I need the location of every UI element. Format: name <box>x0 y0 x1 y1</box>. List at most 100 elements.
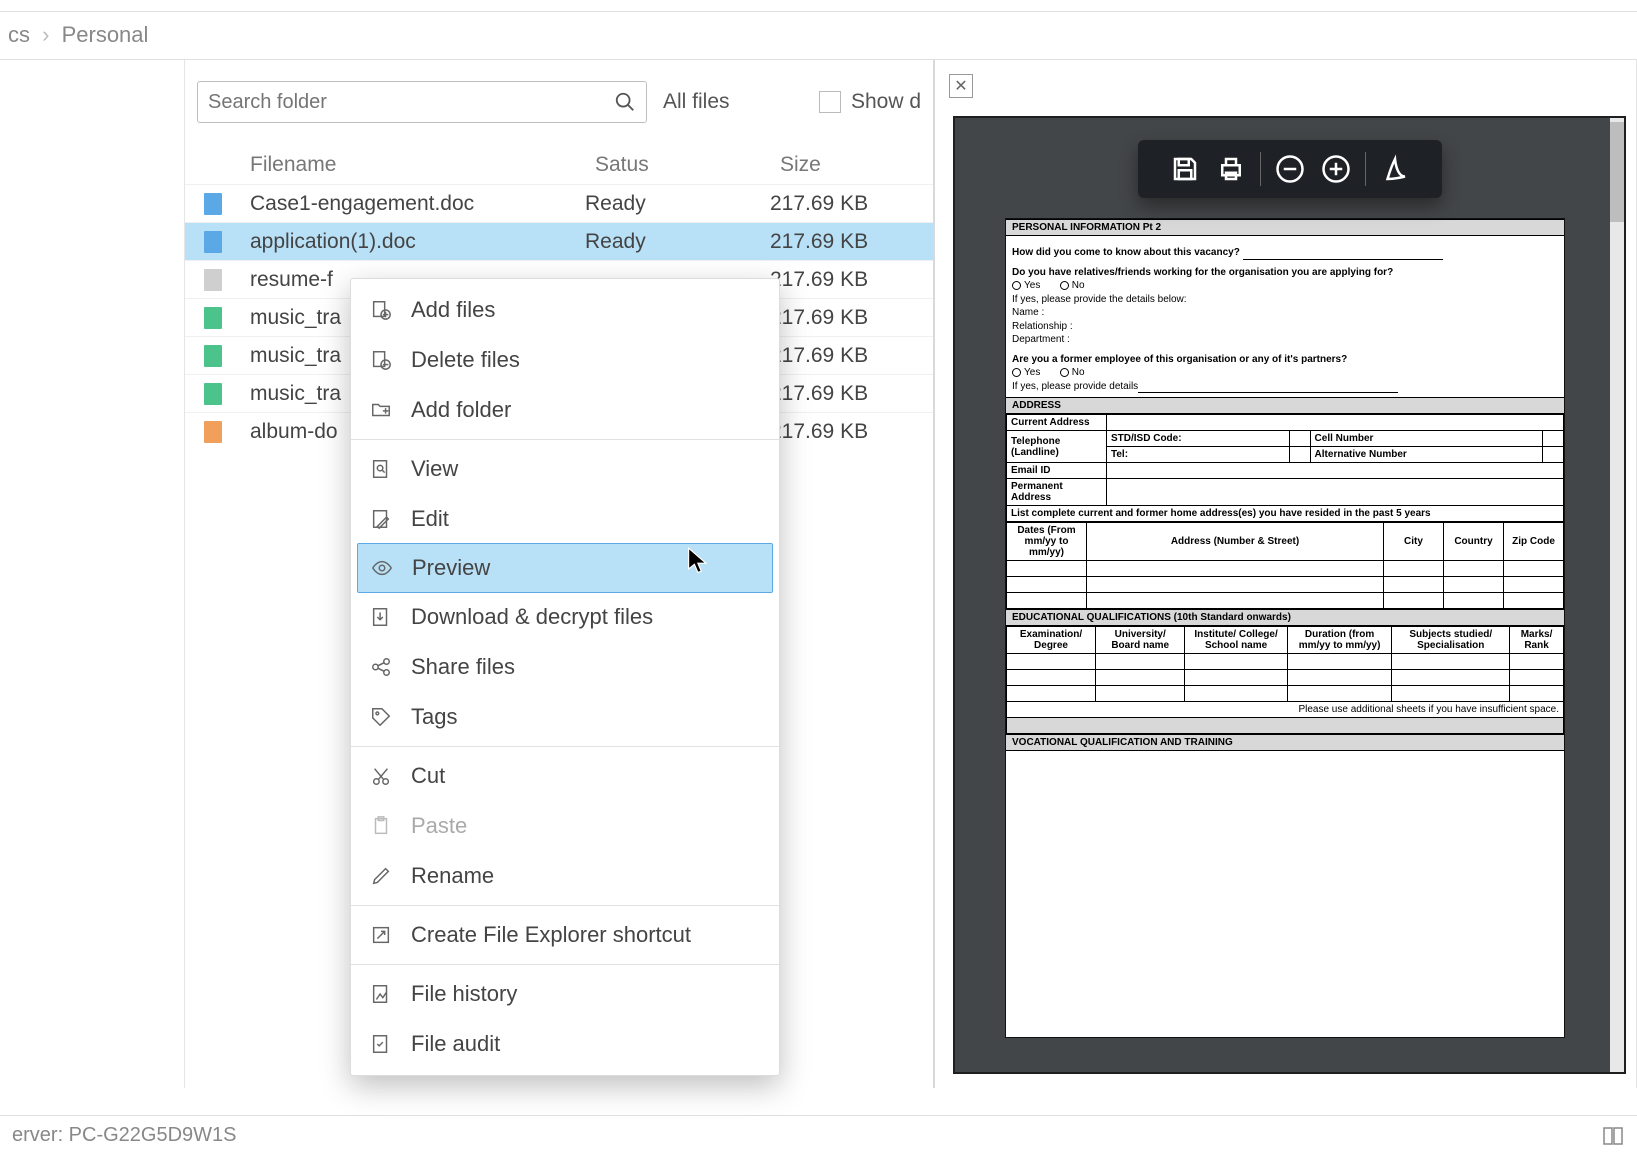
save-icon[interactable] <box>1168 152 1202 186</box>
show-d-label: Show d <box>851 90 921 114</box>
main-area: All files Show d Filename Satus Size Cas… <box>0 60 1637 1088</box>
menu-label: Tags <box>411 704 457 730</box>
col-status[interactable]: Satus <box>585 147 770 183</box>
doc-name: Name : <box>1012 306 1558 320</box>
doc-details: If yes, please provide details <box>1012 381 1138 392</box>
preview-panel: ✕ PERSONAL INFORMATION Pt 2 How did you … <box>935 60 1637 1088</box>
file-name: Case1-engagement.doc <box>240 192 585 216</box>
print-icon[interactable] <box>1214 152 1248 186</box>
pdf-scrollbar[interactable] <box>1610 118 1624 1072</box>
pdf-page: PERSONAL INFORMATION Pt 2 How did you co… <box>1005 218 1565 1038</box>
rename-icon <box>369 864 393 888</box>
search-input[interactable] <box>208 91 614 114</box>
menu-label: File history <box>411 981 517 1007</box>
menu-label: Create File Explorer shortcut <box>411 922 691 948</box>
menu-rename[interactable]: Rename <box>351 851 779 901</box>
pdf-scroll-thumb[interactable] <box>1610 122 1624 222</box>
menu-add-files[interactable]: Add files <box>351 285 779 335</box>
file-size: 217.69 KB <box>770 420 935 444</box>
paste-icon <box>369 814 393 838</box>
show-d-toggle[interactable]: Show d <box>819 90 921 114</box>
preview-icon <box>370 556 394 580</box>
doc-q-vacancy: How did you come to know about this vaca… <box>1012 247 1240 258</box>
search-input-wrap[interactable] <box>197 81 647 123</box>
menu-audit[interactable]: File audit <box>351 1019 779 1069</box>
menu-add-folder[interactable]: Add folder <box>351 385 779 435</box>
status-layout-icon[interactable] <box>1601 1124 1625 1148</box>
pdf-toolbar <box>1138 140 1442 198</box>
address-table: Current Address Telephone (Landline)STD/… <box>1006 414 1564 522</box>
status-bar: erver: PC-G22G5D9W1S <box>0 1115 1637 1155</box>
add-files-icon <box>369 298 393 322</box>
doc-details-below: If yes, please provide the details below… <box>1012 293 1558 307</box>
add-folder-icon <box>369 398 393 422</box>
file-icon <box>204 307 222 329</box>
close-preview-button[interactable]: ✕ <box>949 74 973 98</box>
menu-history[interactable]: File history <box>351 969 779 1019</box>
doc-q-former: Are you a former employee of this organi… <box>1012 353 1558 367</box>
menu-label: Preview <box>412 555 490 581</box>
col-filename[interactable]: Filename <box>240 147 585 183</box>
download-icon <box>369 605 393 629</box>
search-icon[interactable] <box>614 91 636 113</box>
file-size: 217.69 KB <box>770 268 935 292</box>
edit-icon <box>369 507 393 531</box>
file-icon <box>204 383 222 405</box>
menu-delete-files[interactable]: Delete files <box>351 335 779 385</box>
menu-edit[interactable]: Edit <box>351 494 779 544</box>
doc-yes: Yes <box>1024 280 1040 291</box>
mouse-cursor <box>686 547 712 582</box>
col-icon[interactable] <box>185 159 240 171</box>
menu-share[interactable]: Share files <box>351 642 779 692</box>
cut-icon <box>369 764 393 788</box>
file-icon <box>204 421 222 443</box>
menu-shortcut[interactable]: Create File Explorer shortcut <box>351 910 779 960</box>
education-table: Examination/ DegreeUniversity/ Board nam… <box>1006 626 1564 734</box>
menu-label: Add files <box>411 297 495 323</box>
menu-label: View <box>411 456 458 482</box>
toolbar-separator <box>1260 152 1261 186</box>
pdf-frame: PERSONAL INFORMATION Pt 2 How did you co… <box>953 116 1626 1074</box>
doc-section-education: EDUCATIONAL QUALIFICATIONS (10th Standar… <box>1006 609 1564 626</box>
controls-row: All files Show d <box>185 76 933 128</box>
menu-view[interactable]: View <box>351 444 779 494</box>
left-gutter <box>0 60 185 1088</box>
col-size[interactable]: Size <box>770 147 935 183</box>
menu-separator <box>351 746 779 747</box>
file-icon <box>204 269 222 291</box>
doc-department: Department : <box>1012 333 1558 347</box>
zoom-out-icon[interactable] <box>1273 152 1307 186</box>
menu-label: Paste <box>411 813 467 839</box>
zoom-in-icon[interactable] <box>1319 152 1353 186</box>
file-status: Ready <box>585 192 770 216</box>
shortcut-icon <box>369 923 393 947</box>
menu-tags[interactable]: Tags <box>351 692 779 742</box>
breadcrumb[interactable]: cs › Personal <box>0 12 1637 60</box>
menu-label: Share files <box>411 654 515 680</box>
menu-download[interactable]: Download & decrypt files <box>351 592 779 642</box>
menu-cut[interactable]: Cut <box>351 751 779 801</box>
acrobat-icon[interactable] <box>1378 152 1412 186</box>
show-d-checkbox[interactable] <box>819 91 841 113</box>
breadcrumb-current[interactable]: Personal <box>62 22 149 47</box>
toolbar-separator <box>1365 152 1366 186</box>
context-menu: Add files Delete files Add folder View E… <box>350 278 780 1076</box>
delete-files-icon <box>369 348 393 372</box>
menu-separator <box>351 439 779 440</box>
filter-all-files[interactable]: All files <box>663 90 730 114</box>
file-icon <box>204 193 222 215</box>
breadcrumb-prev[interactable]: cs <box>8 22 30 47</box>
doc-relationship: Relationship : <box>1012 320 1558 334</box>
table-row[interactable]: application(1).docReady217.69 KB <box>185 222 933 260</box>
doc-q-relatives: Do you have relatives/friends working fo… <box>1012 266 1558 280</box>
menu-paste: Paste <box>351 801 779 851</box>
file-size: 217.69 KB <box>770 382 935 406</box>
menu-label: File audit <box>411 1031 500 1057</box>
view-icon <box>369 457 393 481</box>
doc-section-address: ADDRESS <box>1006 397 1564 414</box>
file-name: application(1).doc <box>240 230 585 254</box>
history-icon <box>369 982 393 1006</box>
audit-icon <box>369 1032 393 1056</box>
table-row[interactable]: Case1-engagement.docReady217.69 KB <box>185 184 933 222</box>
file-status: Ready <box>585 230 770 254</box>
